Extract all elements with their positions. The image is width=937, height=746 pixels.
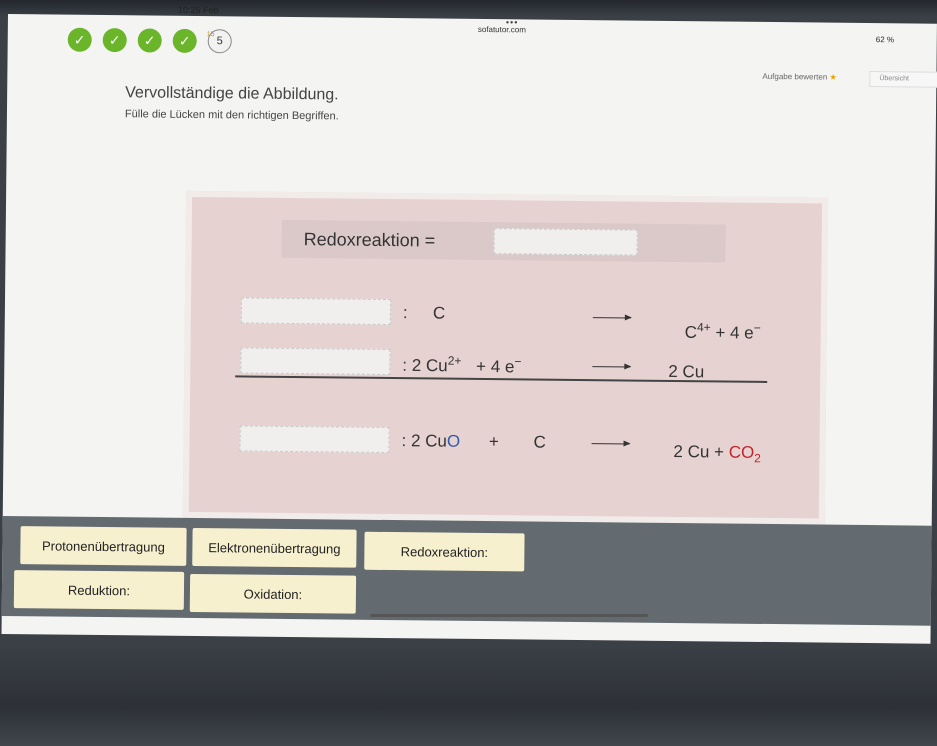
eq3-carbon: C	[533, 432, 546, 452]
eq1-reactant: C	[432, 303, 446, 323]
answer-chip-protonenuebertragung[interactable]: Protonenübertragung	[20, 526, 187, 566]
device-bezel	[0, 0, 937, 16]
eq2-electron-charge: −	[514, 354, 522, 369]
eq3-product-co2: CO2	[728, 442, 761, 466]
current-step-number: 5	[216, 35, 223, 48]
eq2-electrons: + 4 e	[476, 356, 515, 376]
eq1-electron-charge: −	[753, 320, 761, 335]
completed-step-check-icon[interactable]: ✓	[102, 27, 127, 53]
eq3-products: 2 Cu + CO2	[673, 442, 761, 465]
eq1-product-rest: + 4 e	[715, 323, 754, 343]
overview-label: Übersicht	[879, 75, 909, 83]
task-instruction: Fülle die Lücken mit den richtigen Begri…	[124, 108, 339, 123]
eq3-product-copper: 2 Cu +	[673, 441, 725, 462]
current-step[interactable]: 15 5	[207, 29, 232, 54]
redox-diagram-card: Redoxreaktion = : C C4+ + 4 e− : 2 Cu2+ …	[182, 190, 829, 525]
task-title: Vervollständige die Abbildung.	[125, 84, 339, 104]
reduction-drop-slot[interactable]	[240, 347, 391, 376]
battery-indicator: 62 %	[875, 35, 895, 45]
home-indicator[interactable]	[370, 614, 648, 617]
exercise-progress: ✓ ✓ ✓ ✓ 15 5	[67, 25, 232, 57]
browser-screen: 10:25 Feb ••• sofatutor.com 62 % ✓ ✓ ✓ ✓…	[1, 5, 937, 644]
topic-drop-slot[interactable]	[493, 228, 638, 256]
rate-task-label: Aufgabe bewerten	[762, 71, 828, 82]
current-step-superscript: 15	[206, 31, 215, 39]
topic-row: Redoxreaktion =	[281, 219, 726, 263]
status-time: 10:25 Feb	[178, 4, 219, 16]
eq2-reactant: : 2 Cu2+ + 4 e−	[402, 353, 521, 377]
answer-chip-elektronenuebertragung[interactable]: Elektronenübertragung	[192, 527, 357, 568]
answer-chip-redoxreaktion[interactable]: Redoxreaktion:	[364, 531, 525, 572]
eq3-copper: : 2 Cu	[401, 431, 448, 451]
answer-chip-reduktion[interactable]: Reduktion:	[13, 570, 185, 610]
redox-drop-slot[interactable]	[239, 425, 390, 454]
overview-button[interactable]: Übersicht	[869, 71, 937, 88]
eq1-product: C4+ + 4 e−	[685, 320, 761, 343]
eq3-co: CO	[728, 442, 755, 462]
eq2-copper-ion: : 2 Cu	[402, 355, 448, 376]
eq3-reactants: : 2 CuO + C	[401, 431, 545, 453]
eq1-product-main: C	[684, 322, 698, 342]
eq1-product-charge: 4+	[696, 320, 711, 335]
completed-step-check-icon[interactable]: ✓	[172, 28, 197, 53]
star-icon: ★	[829, 72, 837, 82]
eq3-oxygen: O	[446, 431, 461, 451]
eq3-plus: +	[488, 432, 499, 452]
desk-background	[0, 648, 937, 746]
answer-chip-oxidation[interactable]: Oxidation:	[189, 573, 357, 614]
eq2-reaction-arrow	[592, 366, 631, 368]
eq2-copper-charge: 2+	[447, 353, 462, 368]
oxidation-drop-slot[interactable]	[240, 297, 392, 326]
eq1-colon: :	[402, 303, 408, 323]
address-url[interactable]: sofatutor.com	[478, 25, 526, 35]
eq3-co2-subscript: 2	[754, 451, 761, 466]
completed-step-check-icon[interactable]: ✓	[67, 27, 92, 52]
eq1-reaction-arrow	[592, 317, 631, 319]
answer-tray: Protonenübertragung Elektronenübertragun…	[1, 515, 932, 626]
eq3-reaction-arrow	[591, 443, 630, 445]
rate-task-button[interactable]: Aufgabe bewerten ★	[762, 72, 836, 82]
topic-label: Redoxreaktion =	[303, 229, 436, 251]
completed-step-check-icon[interactable]: ✓	[137, 28, 162, 53]
